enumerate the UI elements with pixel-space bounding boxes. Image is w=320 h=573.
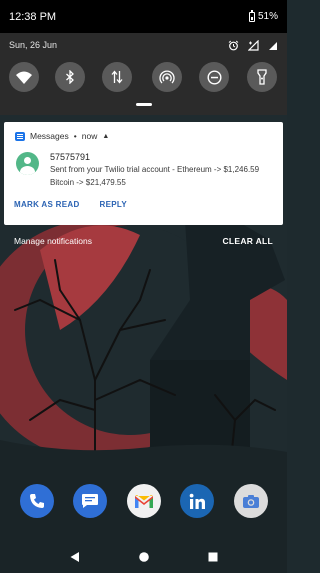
bluetooth-icon [66,70,74,84]
recents-icon[interactable] [207,551,219,563]
messages-icon [82,494,98,508]
camera-icon [243,494,259,508]
battery-icon [248,9,255,22]
message-text: Sent from your Twilio trial account - Et… [50,165,260,187]
phone-icon [30,494,44,508]
flashlight-icon [257,69,267,85]
shade-drag-handle[interactable] [136,103,152,106]
mark-as-read-button[interactable]: MARK AS READ [14,200,80,209]
phone-app[interactable] [20,484,54,518]
quick-settings-tiles [0,62,287,92]
camera-app[interactable] [234,484,268,518]
notification-card[interactable]: Messages • now ▲ 57575791 Sent from your… [4,122,283,225]
date-label: Sun, 26 Jun [9,40,58,50]
linkedin-app[interactable] [180,484,214,518]
gmail-icon [135,494,153,508]
messages-app-icon [15,131,25,141]
contact-avatar [16,152,39,175]
status-right: 51% [248,9,278,22]
alarm-icon [228,40,239,50]
app-dock [0,484,287,518]
flashlight-tile[interactable] [247,62,277,92]
notification-time: now [81,131,98,141]
clear-all-button[interactable]: CLEAR ALL [222,236,273,246]
sender-name: 57575791 [50,152,91,162]
notification-footer: Manage notifications CLEAR ALL [0,230,287,252]
status-bar: 12:38 PM 51% [0,0,287,33]
gmail-app[interactable] [127,484,161,518]
do-not-disturb-icon [206,69,222,85]
header-separator: • [73,131,77,141]
linkedin-icon [189,493,205,509]
hotspot-icon [159,70,175,84]
bluetooth-tile[interactable] [55,62,85,92]
messages-app[interactable] [73,484,107,518]
wifi-tile[interactable] [9,62,39,92]
home-icon[interactable] [138,551,150,563]
hotspot-tile[interactable] [152,62,182,92]
navigation-bar [0,540,287,573]
manage-notifications-button[interactable]: Manage notifications [14,236,92,246]
quick-settings-panel: Sun, 26 Jun [0,33,287,115]
do-not-disturb-tile[interactable] [199,62,229,92]
mobile-data-tile[interactable] [102,62,132,92]
battery-percent: 51% [257,11,278,22]
notification-header: Messages • now ▲ [15,131,109,141]
signal-icon [248,39,259,51]
app-name: Messages [30,131,69,141]
collapse-caret-icon[interactable]: ▲ [102,133,109,140]
mobile-data-icon [111,70,123,84]
cellular-icon [269,41,277,50]
wifi-icon [16,71,32,84]
status-time: 12:38 PM [9,10,57,23]
reply-button[interactable]: REPLY [100,200,127,209]
notification-actions: MARK AS READ REPLY [14,200,127,209]
back-icon[interactable] [69,551,81,563]
